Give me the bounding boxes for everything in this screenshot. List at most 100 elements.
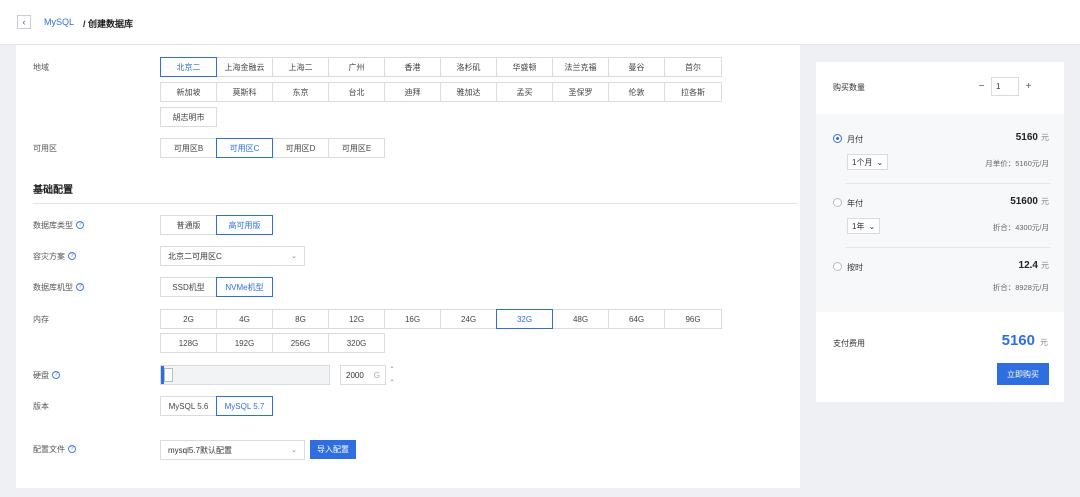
hourly-price: 12.4 元 [1018, 260, 1049, 271]
region-option[interactable]: 胡志明市 [160, 107, 217, 127]
region-option[interactable]: 法兰克福 [552, 57, 609, 77]
memory-option[interactable]: 256G [272, 333, 329, 353]
import-config-button[interactable]: 导入配置 [310, 440, 356, 459]
monthly-price: 5160 元 [1015, 132, 1049, 143]
quantity-input[interactable]: 1 [991, 77, 1019, 96]
region-option[interactable]: 新加坡 [160, 82, 217, 102]
memory-option[interactable]: 4G [216, 309, 273, 329]
memory-option[interactable]: 8G [272, 309, 329, 329]
basic-config-heading: 基础配置 [33, 185, 73, 196]
buy-now-button[interactable]: 立即购买 [997, 363, 1049, 385]
region-option[interactable]: 首尔 [664, 57, 722, 77]
memory-option[interactable]: 2G [160, 309, 217, 329]
chevron-down-icon: ⌄ [868, 221, 876, 231]
region-option[interactable]: 台北 [328, 82, 385, 102]
dr-plan-label: 容灾方案? [33, 250, 76, 262]
region-option[interactable]: 迪拜 [384, 82, 441, 102]
monthly-note: 月单价：5160元/月 [985, 159, 1049, 168]
quantity-stepper: − 1 + [972, 77, 1048, 96]
machine-option[interactable]: NVMe机型 [216, 277, 273, 297]
yearly-radio[interactable] [833, 198, 842, 207]
memory-row-2: 128G 192G 256G 320G [160, 333, 385, 353]
disk-size-value: 2000 [346, 370, 364, 380]
monthly-plan-name: 月付 [847, 135, 863, 144]
region-option[interactable]: 孟买 [496, 82, 553, 102]
memory-option[interactable]: 96G [664, 309, 722, 329]
db-type-option[interactable]: 普通版 [160, 215, 217, 235]
memory-row-1: 2G 4G 8G 12G 16G 24G 32G 48G 64G 96G [160, 309, 722, 329]
region-option[interactable]: 上海金融云 [216, 57, 273, 77]
region-option[interactable]: 圣保罗 [552, 82, 609, 102]
memory-option[interactable]: 64G [608, 309, 665, 329]
quantity-decrease-button[interactable]: − [972, 77, 991, 96]
yearly-period-select[interactable]: 1年 ⌄ [847, 218, 881, 234]
machine-option[interactable]: SSD机型 [160, 277, 217, 297]
config-file-select[interactable]: mysql5.7默认配置 ⌄ [160, 440, 305, 460]
disk-slider[interactable] [160, 365, 330, 385]
dr-plan-value: 北京二可用区C [168, 251, 222, 261]
region-option[interactable]: 北京二 [160, 57, 217, 77]
memory-option[interactable]: 320G [328, 333, 385, 353]
disk-slider-handle[interactable] [164, 368, 173, 382]
region-option[interactable]: 东京 [272, 82, 329, 102]
back-button[interactable]: ‹ [17, 15, 31, 29]
disk-decrease-button[interactable]: ⌄ [388, 375, 396, 384]
disk-increase-button[interactable]: ⌃ [388, 365, 396, 374]
zone-option[interactable]: 可用区C [216, 138, 273, 158]
chevron-down-icon: ⌄ [291, 253, 297, 260]
chevron-down-icon: ⌄ [291, 447, 297, 454]
monthly-plan: 月付 5160 元 1个月 ⌄ 月单价：5160元/月 [833, 132, 1049, 172]
memory-option[interactable]: 128G [160, 333, 217, 353]
hourly-plan: 按时 12.4 元 折合：8928元/月 [833, 260, 1049, 300]
help-icon[interactable]: ? [68, 445, 76, 453]
help-icon[interactable]: ? [76, 221, 84, 229]
breadcrumb-mysql-link[interactable]: MySQL [44, 17, 74, 27]
region-row-1: 北京二 上海金融云 上海二 广州 香港 洛杉矶 华盛顿 法兰克福 曼谷 首尔 [160, 57, 722, 77]
version-option[interactable]: MySQL 5.7 [216, 396, 273, 416]
help-icon[interactable]: ? [52, 371, 60, 379]
chevron-up-icon: ⌃ [389, 367, 395, 373]
memory-option[interactable]: 192G [216, 333, 273, 353]
region-option[interactable]: 曼谷 [608, 57, 665, 77]
region-option[interactable]: 广州 [328, 57, 385, 77]
version-option[interactable]: MySQL 5.6 [160, 396, 217, 416]
help-icon[interactable]: ? [68, 252, 76, 260]
zone-option[interactable]: 可用区D [272, 138, 329, 158]
yearly-plan: 年付 51600 元 1年 ⌄ 折合：4300元/月 [833, 196, 1049, 236]
zone-group: 可用区B 可用区C 可用区D 可用区E [160, 138, 385, 158]
monthly-period-select[interactable]: 1个月 ⌄ [847, 154, 889, 170]
region-option[interactable]: 上海二 [272, 57, 329, 77]
memory-option[interactable]: 12G [328, 309, 385, 329]
region-option[interactable]: 雅加达 [440, 82, 497, 102]
db-type-group: 普通版 高可用版 [160, 215, 273, 235]
help-icon[interactable]: ? [76, 283, 84, 291]
zone-option[interactable]: 可用区E [328, 138, 385, 158]
monthly-radio[interactable] [833, 134, 842, 143]
quantity-increase-button[interactable]: + [1019, 77, 1038, 96]
memory-option[interactable]: 32G [496, 309, 553, 329]
region-label: 地域 [33, 62, 49, 72]
yearly-note: 折合：4300元/月 [992, 223, 1049, 232]
zone-option[interactable]: 可用区B [160, 138, 217, 158]
payment-label: 支付费用 [833, 339, 865, 348]
region-row-3: 胡志明市 [160, 107, 217, 127]
region-option[interactable]: 伦敦 [608, 82, 665, 102]
page-title: / 创建数据库 [83, 19, 134, 29]
memory-option[interactable]: 16G [384, 309, 441, 329]
memory-option[interactable]: 48G [552, 309, 609, 329]
region-option[interactable]: 洛杉矶 [440, 57, 497, 77]
config-file-label: 配置文件? [33, 443, 76, 455]
payment-total: 5160 元 [1001, 332, 1048, 349]
region-option[interactable]: 华盛顿 [496, 57, 553, 77]
region-option[interactable]: 拉各斯 [664, 82, 722, 102]
db-machine-label: 数据库机型? [33, 281, 84, 293]
hourly-radio[interactable] [833, 262, 842, 271]
section-divider [33, 203, 798, 204]
region-option[interactable]: 莫斯科 [216, 82, 273, 102]
memory-option[interactable]: 24G [440, 309, 497, 329]
db-type-option[interactable]: 高可用版 [216, 215, 273, 235]
region-option[interactable]: 香港 [384, 57, 441, 77]
disk-size-input[interactable]: 2000 G [340, 365, 386, 385]
plan-divider [846, 183, 1050, 184]
dr-plan-select[interactable]: 北京二可用区C ⌄ [160, 246, 305, 266]
